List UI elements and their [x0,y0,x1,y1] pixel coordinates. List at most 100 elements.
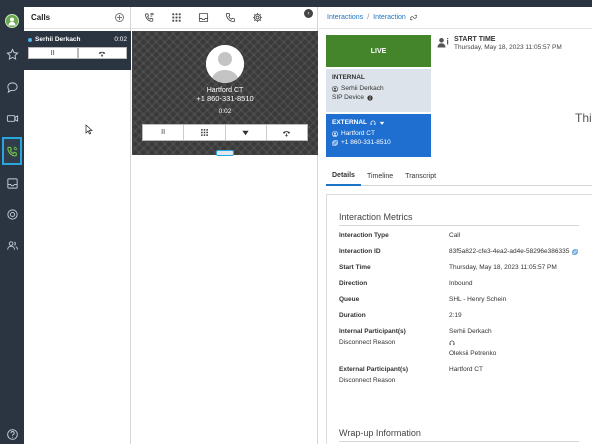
dialpad-icon [172,13,181,22]
truncated-heading: Thi [575,111,592,125]
person-icon [206,45,244,83]
tab-details[interactable]: Details [326,167,361,186]
favorites-button[interactable] [3,45,21,63]
call-timer: 0:02 [218,108,232,115]
external-name: Hartford CT [341,130,375,137]
settings-button[interactable] [244,7,271,29]
voicemail-inbox-button[interactable] [190,7,217,29]
headset-icon [449,340,455,345]
dialpad-button[interactable] [184,125,226,140]
call-history-button[interactable] [136,7,163,29]
active-call-card: Hartford CT +1 860-331-8510 0:02 II [132,31,318,155]
gear-icon [252,12,263,23]
avatar [5,14,19,28]
metric-label: Duration [339,312,366,319]
chevron-left-icon: ‹ [307,10,310,17]
call-list-item[interactable]: Serhii Derkach 0:02 II [24,31,131,70]
metric-value: 2:19 [449,312,462,319]
external-number: +1 860-331-8510 [341,139,391,146]
people-button[interactable] [3,236,21,254]
metric-label: Interaction Type [339,232,389,239]
video-button[interactable] [3,109,21,127]
people-icon [6,240,18,250]
metric-value: Thursday, May 18, 2023 11:05:57 PM [449,264,557,271]
caret-down-icon[interactable] [379,120,385,126]
interaction-panel: Interactions / Interaction LIVE INTERNAL… [319,7,592,444]
breadcrumb-interactions[interactable]: Interactions [327,14,363,21]
internal-participant-card[interactable]: INTERNAL Serhii Derkach SIP Device [326,69,431,112]
breadcrumb: Interactions / Interaction [319,7,592,29]
tab-transcript[interactable]: Transcript [399,167,442,186]
breadcrumb-interaction[interactable]: Interaction [373,14,406,21]
external-title: EXTERNAL [332,119,368,126]
metrics-list: Interaction Type Call Interaction ID 83f5a… [339,232,592,385]
wrapup-title: Wrap-up Information [339,428,579,442]
metric-value: Inbound [449,280,473,287]
link-icon[interactable] [409,14,417,21]
help-icon [6,428,18,440]
inbox-icon [198,12,209,23]
headset-icon [370,120,376,125]
participant-info-icon [437,38,449,48]
user-circle-icon [332,85,338,92]
resize-handle[interactable] [216,150,234,156]
copy-icon[interactable] [572,249,578,255]
add-call-icon[interactable] [115,13,124,22]
calls-panel: Calls Serhii Derkach 0:02 II [24,7,131,444]
internal-title: INTERNAL [332,74,365,81]
more-dropdown-button[interactable] [226,125,267,140]
hangup-icon [99,51,106,57]
info-icon[interactable] [367,94,373,101]
inbox-button[interactable] [3,174,21,192]
dialpad-icon [201,129,208,136]
start-time-block: START TIME Thursday, May 18, 2023 11:05:… [437,36,562,51]
call-item-time: 0:02 [114,36,127,43]
user-avatar[interactable] [3,12,21,30]
inbox-icon [6,177,18,189]
calls-title: Calls [31,13,51,22]
copy-icon[interactable] [332,139,338,146]
start-time-label: START TIME [454,36,496,43]
pause-icon: II [161,129,166,136]
dialpad-button[interactable] [163,7,190,29]
phone-active-icon [6,146,17,156]
call-item-name: Serhii Derkach [35,36,81,43]
active-dot-icon [28,37,32,42]
interaction-id-value: 83f5a822-cfe3-4ea2-ad4e-58296e386335 [449,248,570,255]
internal-participants-label: Internal Participant(s) [339,328,406,335]
phone-button[interactable] [217,7,244,29]
help-button[interactable] [3,425,21,443]
phone-nav-button[interactable] [2,137,22,165]
support-button[interactable] [3,205,21,223]
caller-number: +1 860-331-8510 [196,94,254,103]
detail-tabs: Details Timeline Transcript [326,167,592,186]
call-toolbar [132,7,317,29]
internal-participant-1: Serhii Derkach [449,328,492,335]
disconnect-reason-label: Disconnect Reason [339,377,396,384]
disconnect-reason-label: Disconnect Reason [339,339,396,346]
collapse-button[interactable]: ‹ [304,9,313,18]
hangup-button[interactable] [77,47,127,59]
star-icon [5,47,19,60]
caret-down-icon [242,130,249,136]
external-participants-label: External Participant(s) [339,366,408,373]
hold-button[interactable]: II [143,125,185,140]
metric-label: Direction [339,280,368,287]
metric-label: Queue [339,296,360,303]
call-controls-column: ‹ Hartford CT +1 860-331-8510 0:02 II [132,7,318,444]
caller-avatar [206,45,244,83]
external-participant: Hartford CT [449,366,483,373]
hangup-button[interactable] [267,125,307,140]
chat-button[interactable] [3,78,21,96]
tab-timeline[interactable]: Timeline [361,167,399,186]
nav-rail [0,7,24,444]
metrics-title: Interaction Metrics [339,212,579,226]
video-icon [6,114,18,122]
metric-value: SHL - Henry Schein [449,296,507,303]
external-participant-card[interactable]: EXTERNAL Hartford CT +1 860-331-8510 [326,114,431,157]
internal-participant-2: Oleksii Petrenko [449,350,497,357]
call-history-icon [145,13,154,22]
user-icon [8,17,16,26]
phone-icon [225,12,235,23]
hold-button[interactable]: II [28,47,78,59]
